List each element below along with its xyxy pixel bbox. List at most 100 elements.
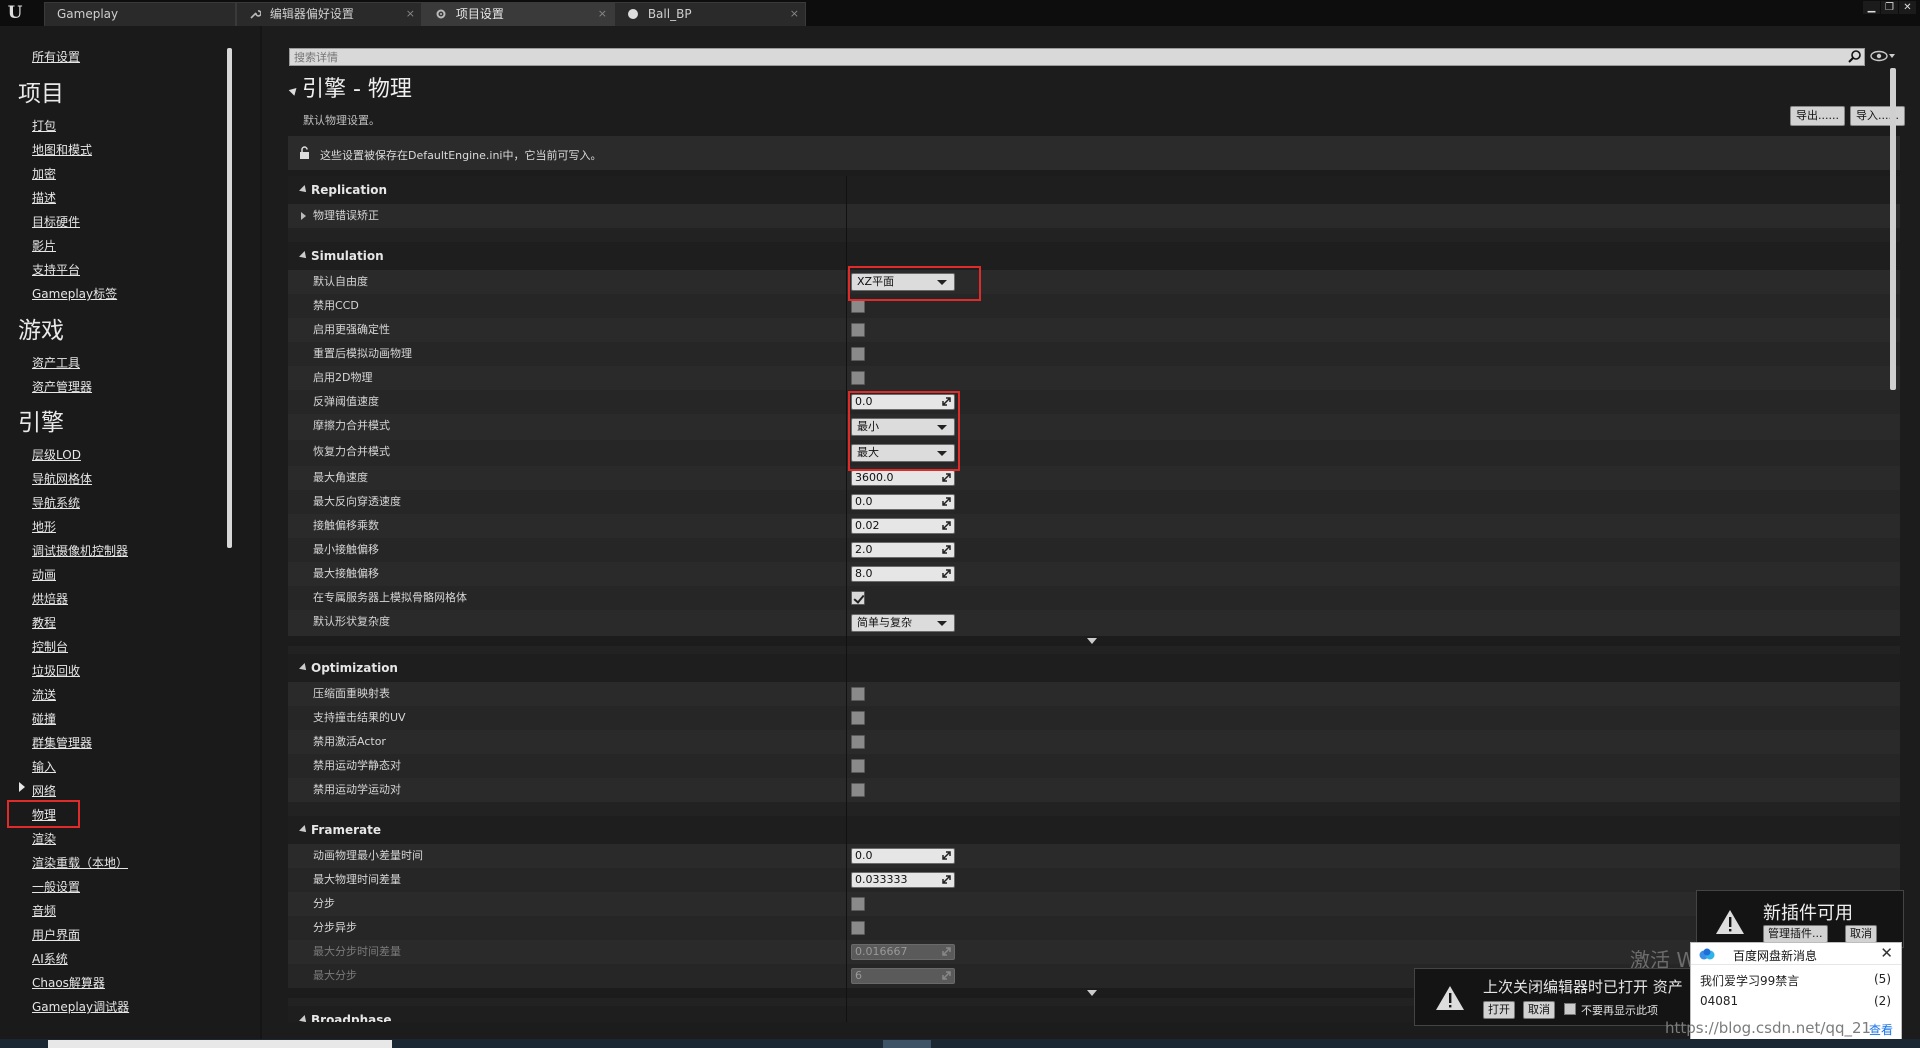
import-button[interactable]: 导入...... (1850, 106, 1905, 126)
max-depenetration-velocity-input[interactable]: 0.0 (851, 494, 955, 510)
expand-arrow-icon[interactable] (299, 251, 309, 261)
sidebar-item[interactable]: 碰撞 (32, 712, 56, 726)
sidebar-item[interactable]: 地图和模式 (32, 143, 92, 157)
tab-gameplay[interactable]: Gameplay (44, 2, 236, 26)
sidebar-item[interactable]: 支持平台 (32, 263, 80, 277)
enable-2d-physics-checkbox[interactable] (851, 371, 865, 385)
open-assets-button[interactable]: 打开 (1483, 1001, 1515, 1019)
tab-editor-preferences[interactable]: 编辑器偏好设置 × (236, 2, 422, 26)
close-icon[interactable]: ✕ (1899, 1, 1916, 14)
sidebar-item[interactable]: 描述 (32, 191, 56, 205)
simulate-skeletal-mesh-on-server-checkbox[interactable] (851, 591, 865, 605)
drag-spin-icon[interactable] (942, 875, 951, 884)
manage-plugins-button[interactable]: 管理插件... (1763, 925, 1828, 943)
disable-kinematic-kinematic-pairs-checkbox[interactable] (851, 783, 865, 797)
sidebar-item[interactable]: 调试摄像机控制器 (32, 544, 128, 558)
max-physics-delta-time-input[interactable]: 0.033333 (851, 872, 955, 888)
default-shape-complexity-dropdown[interactable]: 简单与复杂 (851, 614, 955, 632)
taskbar-app-button[interactable] (883, 1040, 931, 1048)
sidebar-item[interactable]: 导航网格体 (32, 472, 92, 486)
restore-icon[interactable]: ❐ (1881, 1, 1898, 14)
sidebar-item[interactable]: 教程 (32, 616, 56, 630)
sidebar-item[interactable]: 资产工具 (32, 356, 80, 370)
restore-cancel-button[interactable]: 取消 (1523, 1001, 1555, 1019)
sidebar-item[interactable]: 影片 (32, 239, 56, 253)
drag-spin-icon[interactable] (942, 851, 951, 860)
max-angular-velocity-input[interactable]: 3600.0 (851, 470, 955, 486)
drag-spin-icon[interactable] (942, 497, 951, 506)
message-item[interactable]: 我们爱学习99禁言 (1700, 972, 1799, 989)
min-delta-time-input[interactable]: 0.0 (851, 848, 955, 864)
min-contact-offset-input[interactable]: 2.0 (851, 542, 955, 558)
sidebar-item[interactable]: 输入 (32, 760, 56, 774)
sidebar-item[interactable]: AI系统 (32, 952, 68, 966)
expand-arrow-icon[interactable] (299, 1015, 309, 1022)
disable-active-actors-checkbox[interactable] (851, 735, 865, 749)
tab-close-icon[interactable]: × (790, 3, 799, 25)
sidebar-item[interactable]: 层级LOD (32, 448, 81, 462)
category-optimization[interactable]: Optimization (288, 654, 1900, 682)
sidebar-scrollbar[interactable] (227, 48, 232, 548)
search-icon[interactable] (1848, 49, 1862, 63)
sidebar-item[interactable]: 加密 (32, 167, 56, 181)
disable-kinematic-static-pairs-checkbox[interactable] (851, 759, 865, 773)
view-link[interactable]: 查看 (1869, 1021, 1893, 1038)
tab-project-settings[interactable]: 项目设置 × (422, 2, 614, 26)
contact-offset-multiplier-input[interactable]: 0.02 (851, 518, 955, 534)
tab-ball-bp[interactable]: Ball_BP × (614, 2, 806, 26)
sidebar-item[interactable]: Gameplay调试器 (32, 1000, 129, 1014)
sidebar-item[interactable]: 用户界面 (32, 928, 80, 942)
sidebar-item[interactable]: 渲染 (32, 832, 56, 846)
chevron-down-icon[interactable] (1087, 638, 1097, 644)
expand-arrow-icon[interactable] (299, 185, 309, 195)
sidebar-item[interactable]: Chaos解算器 (32, 976, 105, 990)
drag-spin-icon[interactable] (942, 545, 951, 554)
sidebar-item[interactable]: 动画 (32, 568, 56, 582)
sidebar-item[interactable]: 烘焙器 (32, 592, 68, 606)
plugin-cancel-button[interactable]: 取消 (1845, 925, 1877, 943)
advanced-expander[interactable] (288, 636, 1900, 646)
substepping-async-checkbox[interactable] (851, 921, 865, 935)
drag-spin-icon[interactable] (942, 569, 951, 578)
details-scrollbar[interactable] (1890, 68, 1896, 390)
sidebar-item[interactable]: 打包 (32, 119, 56, 133)
disable-ccd-checkbox[interactable] (851, 299, 865, 313)
sidebar-item[interactable]: 导航系统 (32, 496, 80, 510)
sidebar-item[interactable]: 目标硬件 (32, 215, 80, 229)
search-input[interactable] (290, 49, 1864, 65)
sidebar-item[interactable]: 网络 (32, 784, 56, 798)
sidebar-item[interactable]: 控制台 (32, 640, 68, 654)
message-item[interactable]: 04081 (1700, 994, 1738, 1008)
minimize-icon[interactable]: ▁ (1863, 1, 1880, 14)
support-uv-from-hit-checkbox[interactable] (851, 711, 865, 725)
sidebar-item[interactable]: 流送 (32, 688, 56, 702)
substepping-checkbox[interactable] (851, 897, 865, 911)
view-options-eye-icon[interactable] (1870, 49, 1896, 63)
simulate-anim-physics-checkbox[interactable] (851, 347, 865, 361)
export-button[interactable]: 导出...... (1790, 106, 1845, 126)
sidebar-item[interactable]: 群集管理器 (32, 736, 92, 750)
search-field[interactable] (289, 48, 1865, 66)
taskbar-search-box[interactable] (48, 1040, 392, 1048)
sidebar-item[interactable]: 一般设置 (32, 880, 80, 894)
drag-spin-icon[interactable] (942, 521, 951, 530)
expand-arrow-icon[interactable] (299, 825, 309, 835)
dont-show-again-checkbox[interactable] (1564, 1003, 1576, 1015)
sidebar-item[interactable]: 资产管理器 (32, 380, 92, 394)
sidebar-item[interactable]: 垃圾回收 (32, 664, 80, 678)
drag-spin-icon[interactable] (942, 473, 951, 482)
max-contact-offset-input[interactable]: 8.0 (851, 566, 955, 582)
close-icon[interactable]: ✕ (1880, 944, 1893, 962)
category-replication[interactable]: Replication (288, 176, 1900, 204)
expand-arrow-icon[interactable] (299, 663, 309, 673)
tab-close-icon[interactable]: × (406, 3, 415, 25)
sidebar-item[interactable]: 地形 (32, 520, 56, 534)
category-simulation[interactable]: Simulation (288, 242, 1900, 270)
unreal-logo-icon[interactable]: U (4, 2, 26, 24)
sidebar-item[interactable]: 音频 (32, 904, 56, 918)
tab-close-icon[interactable]: × (598, 3, 607, 25)
chevron-down-icon[interactable] (1087, 990, 1097, 996)
category-framerate[interactable]: Framerate (288, 816, 1900, 844)
sidebar-item[interactable]: Gameplay标签 (32, 287, 117, 301)
column-divider[interactable] (846, 176, 847, 1022)
